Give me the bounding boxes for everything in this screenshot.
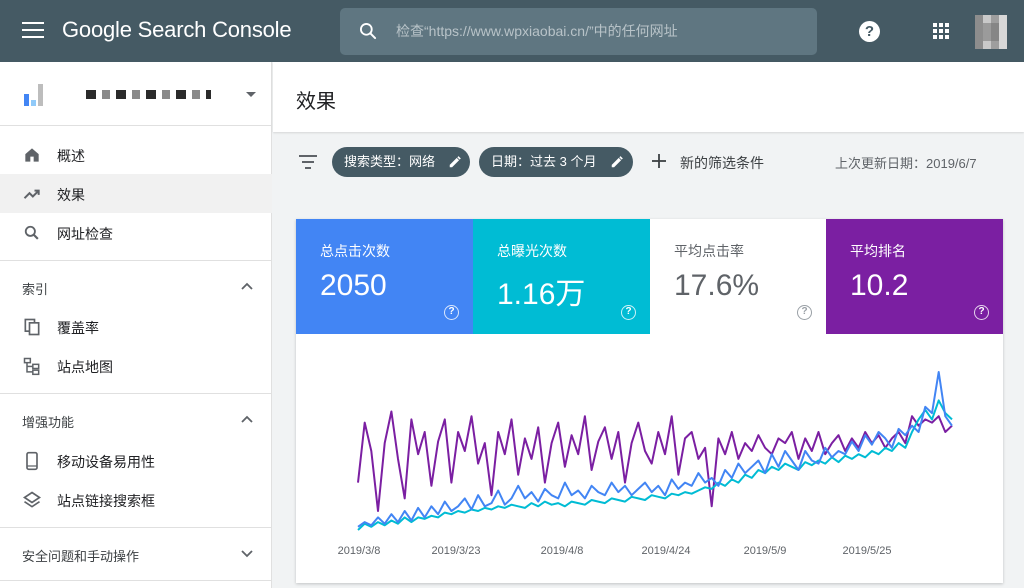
metric-label: 总曝光次数 [497, 243, 567, 259]
divider [0, 580, 272, 581]
sitemap-icon [23, 357, 40, 376]
x-tick-label: 2019/5/9 [744, 545, 787, 557]
sidebar-item-label: 移动设备易用性 [57, 454, 155, 470]
metric-card-average-position[interactable]: 平均排名 10.2 ? [826, 219, 1003, 334]
chevron-down-icon[interactable] [241, 548, 253, 558]
chevron-up-icon[interactable] [241, 414, 253, 424]
filter-icon[interactable] [299, 155, 317, 169]
metric-value: 2050 [320, 269, 387, 302]
section-index[interactable]: 索引 [0, 260, 272, 312]
search-icon [24, 225, 39, 240]
search-box[interactable] [340, 8, 817, 55]
performance-card: 总点击次数 2050 ? 总曝光次数 1.16万 ? 平均点击率 17.6% ?… [296, 219, 1003, 583]
metric-value: 17.6% [674, 269, 760, 302]
avatar[interactable] [975, 15, 1007, 49]
x-tick-label: 2019/4/8 [541, 545, 584, 557]
sidebar-item-coverage[interactable]: 覆盖率 [0, 307, 272, 346]
edit-icon[interactable] [610, 155, 624, 169]
new-filter-button[interactable]: 新的筛选条件 [680, 153, 764, 173]
chip-label: 搜索类型：网络 [344, 154, 436, 169]
x-tick-label: 2019/3/8 [338, 545, 381, 557]
phone-icon [26, 451, 38, 471]
series-line-impressions [357, 399, 953, 531]
sidebar-item-mobile-usability[interactable]: 移动设备易用性 [0, 441, 272, 480]
sidebar-item-label: 覆盖率 [57, 320, 99, 336]
metric-label: 平均排名 [850, 243, 906, 259]
x-tick-label: 2019/3/23 [432, 545, 481, 557]
sidebar-item-overview[interactable]: 概述 [0, 135, 272, 174]
home-icon [25, 148, 39, 162]
apps-grid-icon[interactable] [933, 23, 949, 39]
page-title: 效果 [296, 91, 336, 113]
metric-card-total-impressions[interactable]: 总曝光次数 1.16万 ? [473, 219, 650, 334]
sidebar-item-sitelinks-searchbox[interactable]: 站点链接搜索框 [0, 480, 272, 519]
help-circle-icon[interactable]: ? [444, 305, 459, 320]
metric-label: 总点击次数 [320, 243, 390, 259]
x-tick-label: 2019/4/24 [642, 545, 691, 557]
help-circle-icon[interactable]: ? [797, 305, 812, 320]
plus-icon[interactable] [651, 153, 667, 169]
section-enhancements[interactable]: 增强功能 [0, 393, 272, 445]
property-logo-icon [24, 80, 46, 106]
sidebar-item-label: 网址检查 [57, 226, 113, 242]
section-title: 索引 [22, 282, 49, 297]
help-circle-icon[interactable]: ? [621, 305, 636, 320]
app-title[interactable]: Google Search Console [62, 17, 292, 43]
layers-icon [22, 491, 42, 508]
filter-chip-date[interactable]: 日期：过去 3 个月 [479, 147, 633, 177]
metric-card-total-clicks[interactable]: 总点击次数 2050 ? [296, 219, 473, 334]
filter-chip-search-type[interactable]: 搜索类型：网络 [332, 147, 470, 177]
sidebar-item-label: 站点链接搜索框 [57, 493, 155, 509]
metric-value: 10.2 [850, 269, 909, 302]
top-app-bar: Google Search Console ? [0, 0, 1024, 62]
x-tick-label: 2019/5/25 [843, 545, 892, 557]
filter-bar: 搜索类型：网络 日期：过去 3 个月 新的筛选条件 上次更新日期：2019/6/… [273, 132, 1024, 192]
performance-line-chart: 2019/3/8 2019/3/23 2019/4/8 2019/4/24 2019/5… [338, 371, 953, 557]
edit-icon[interactable] [448, 155, 462, 169]
property-name-redacted [86, 90, 211, 99]
sidebar-item-performance[interactable]: 效果 [0, 174, 272, 213]
help-icon[interactable]: ? [859, 21, 880, 42]
help-circle-icon[interactable]: ? [974, 305, 989, 320]
sidebar-item-label: 概述 [57, 148, 85, 164]
chevron-up-icon[interactable] [241, 281, 253, 291]
metric-value: 1.16万 [497, 278, 586, 311]
sidebar-item-label: 站点地图 [57, 359, 113, 375]
search-icon[interactable] [358, 21, 378, 41]
property-selector[interactable] [0, 62, 272, 126]
chart-series [357, 371, 953, 531]
section-security-manual-actions[interactable]: 安全问题和手动操作 [0, 527, 272, 579]
sidebar: 概述 效果 网址检查 索引 覆盖率 站点地图 增强功能 移动设备易用性 站点链接… [0, 62, 272, 588]
sidebar-item-label: 效果 [57, 187, 85, 203]
hamburger-menu-icon[interactable] [22, 22, 44, 40]
chip-label: 日期：过去 3 个月 [491, 154, 597, 169]
search-input[interactable] [396, 18, 796, 44]
page-header: 效果 [273, 62, 1024, 132]
metric-label: 平均点击率 [674, 243, 744, 259]
x-axis-ticks: 2019/3/8 2019/3/23 2019/4/8 2019/4/24 2019/5… [338, 545, 892, 557]
section-title: 安全问题和手动操作 [22, 549, 140, 564]
section-title: 增强功能 [22, 415, 75, 430]
last-updated-text: 上次更新日期：2019/6/7 [835, 156, 977, 171]
copy-icon [24, 318, 40, 336]
caret-down-icon[interactable] [246, 92, 256, 97]
trending-up-icon [23, 189, 40, 199]
metric-card-average-ctr[interactable]: 平均点击率 17.6% ? [650, 219, 826, 334]
sidebar-item-url-inspection[interactable]: 网址检查 [0, 213, 272, 252]
sidebar-item-sitemaps[interactable]: 站点地图 [0, 346, 272, 385]
